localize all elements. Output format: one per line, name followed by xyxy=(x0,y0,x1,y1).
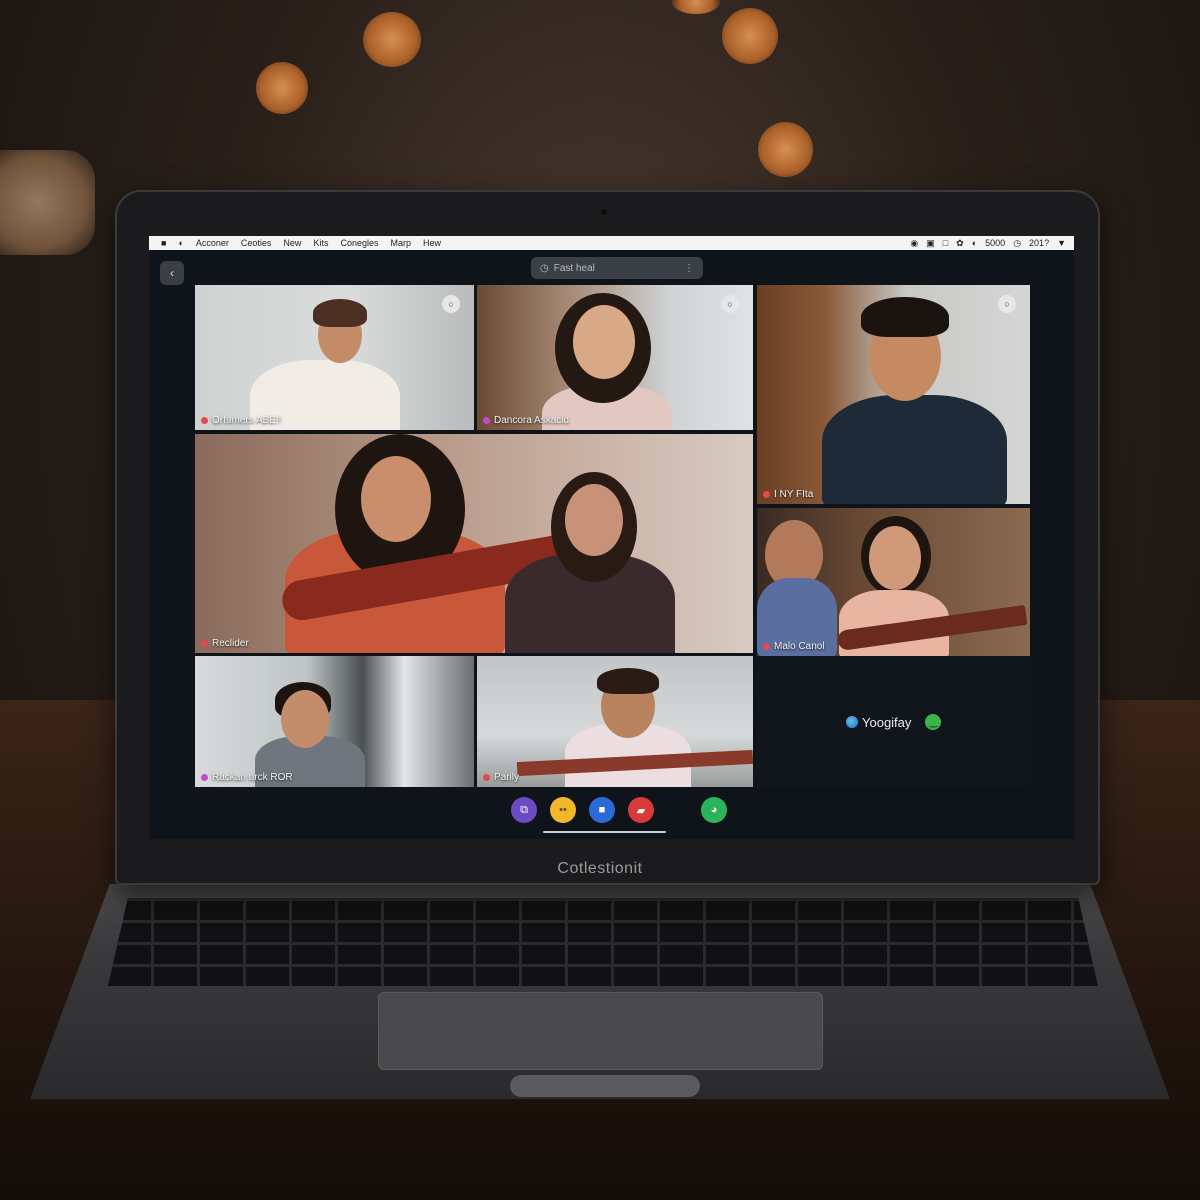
more-options-icon[interactable]: ⋮ xyxy=(684,263,694,274)
status-text: 5000 xyxy=(985,237,1006,248)
participant-body xyxy=(822,395,1007,504)
mic-indicator-icon xyxy=(201,640,208,647)
tile-settings-icon[interactable]: ○ xyxy=(721,295,739,313)
mic-indicator-icon xyxy=(483,417,490,424)
menu-item[interactable]: Conegles xyxy=(340,238,378,248)
emoji-icon: •• xyxy=(559,804,567,816)
status-icon[interactable]: □ xyxy=(943,238,948,249)
controls-underline xyxy=(543,831,666,833)
participants-button[interactable]: ◕ xyxy=(701,797,727,823)
waiting-label: Yoogifay ‿ xyxy=(846,714,942,730)
status-icon[interactable]: ◉ xyxy=(910,238,918,249)
back-button[interactable]: ‹ xyxy=(160,261,184,285)
mic-indicator-icon xyxy=(763,643,770,650)
video-tile[interactable]: ○ Dancora Askacld xyxy=(477,285,753,430)
apple-icon[interactable]: ■ xyxy=(161,238,166,248)
app-icon[interactable]: ◐ xyxy=(178,238,183,248)
participant-name: Orfumers ABE!! xyxy=(212,415,282,426)
mic-indicator-icon xyxy=(201,417,208,424)
clock: 201? xyxy=(1029,237,1050,248)
video-tile[interactable]: Malo Canol xyxy=(757,508,1030,656)
menu-item[interactable]: New xyxy=(283,238,301,248)
laptop-front-notch xyxy=(510,1075,700,1097)
chat-button[interactable]: ■ xyxy=(589,797,615,823)
participant-name-tag: Reclider xyxy=(201,638,249,649)
share-screen-icon: ⧉ xyxy=(520,803,528,816)
share-screen-button[interactable]: ⧉ xyxy=(511,797,537,823)
participant-name: Dancora Askacld xyxy=(494,415,570,426)
tile-settings-icon[interactable]: ○ xyxy=(442,295,460,313)
mic-indicator-icon xyxy=(763,491,770,498)
menu-item[interactable]: Kits xyxy=(313,238,328,248)
status-icon[interactable]: ◐ xyxy=(972,238,977,249)
participant-name: Reclider xyxy=(212,638,249,649)
video-tile[interactable]: Rackan urck ROR xyxy=(195,656,474,787)
participant-head xyxy=(869,526,921,590)
chat-icon: ■ xyxy=(598,804,606,816)
end-call-button[interactable]: ▰ xyxy=(628,797,654,823)
clock-icon[interactable]: ◷ xyxy=(1013,238,1021,249)
participants-icon: ◕ xyxy=(710,804,718,816)
video-tile[interactable]: ○ I NY FIta xyxy=(757,285,1030,504)
trackpad xyxy=(378,992,823,1070)
participant-name: Parily xyxy=(494,772,520,783)
bokeh-light xyxy=(758,122,813,177)
waiting-text: Yoogifay xyxy=(862,714,912,730)
search-bar[interactable]: ◷ Fast heal ⋮ xyxy=(531,257,703,279)
participant-name-tag: Dancora Askacld xyxy=(483,415,569,426)
status-area: ◉ ▣ □ ✿ ◐ 5000 ◷ 201? ▼ xyxy=(910,238,1066,249)
participant-name: Rackan urck ROR xyxy=(212,772,293,783)
participant-head xyxy=(573,305,635,379)
laptop-brand: Cotlestionit xyxy=(557,860,643,877)
bokeh-light xyxy=(256,62,308,114)
mic-indicator-icon xyxy=(483,774,490,781)
menu-item[interactable]: Marp xyxy=(390,238,411,248)
end-call-icon: ▰ xyxy=(636,804,646,817)
search-placeholder: Fast heal xyxy=(553,262,595,274)
wifi-icon[interactable]: ▼ xyxy=(1057,238,1066,249)
video-tile[interactable]: Reclider xyxy=(195,434,753,653)
bokeh-light xyxy=(722,8,778,64)
participant-name: I NY FIta xyxy=(774,489,814,500)
video-tile[interactable]: ○ Orfumers ABE!! xyxy=(195,285,474,430)
search-icon: ◷ xyxy=(540,262,549,274)
tile-settings-icon[interactable]: ○ xyxy=(998,295,1016,313)
participant-name-tag: Rackan urck ROR xyxy=(201,772,293,783)
waiting-slot: Yoogifay ‿ xyxy=(756,656,1030,787)
screen: ■ ◐ Acconer Ceoties New Kits Conegles Ma… xyxy=(149,236,1074,839)
background-lamp xyxy=(0,150,95,255)
participant-head xyxy=(281,690,329,748)
video-tile[interactable]: Parily xyxy=(477,656,753,787)
participant-name-tag: Parily xyxy=(483,772,519,783)
status-icon[interactable]: ▣ xyxy=(926,238,935,249)
call-controls: ⧉ •• ■ ▰ ◕ xyxy=(511,797,727,823)
participant-hair xyxy=(313,299,367,327)
menu-item[interactable]: Hew xyxy=(423,238,441,248)
smile-icon[interactable]: ‿ xyxy=(925,714,942,730)
participant-name-tag: Malo Canol xyxy=(763,641,825,652)
participant-hair xyxy=(597,668,659,694)
menu-item[interactable]: Acconer xyxy=(196,238,229,248)
menu-bar: ■ ◐ Acconer Ceoties New Kits Conegles Ma… xyxy=(149,236,1074,250)
participant-name: Malo Canol xyxy=(774,641,825,652)
participant-name-tag: I NY FIta xyxy=(763,489,813,500)
globe-icon xyxy=(846,716,858,728)
participant-name-tag: Orfumers ABE!! xyxy=(201,415,281,426)
webcam xyxy=(601,209,607,215)
status-icon[interactable]: ✿ xyxy=(956,238,964,249)
bokeh-light xyxy=(672,0,720,14)
participant-head xyxy=(565,484,623,556)
participant-hair xyxy=(861,297,949,337)
mic-indicator-icon xyxy=(201,774,208,781)
participant-head xyxy=(361,456,431,542)
laptop-keyboard xyxy=(108,898,1098,986)
bokeh-light xyxy=(363,12,421,67)
back-icon: ‹ xyxy=(170,266,174,280)
emoji-button[interactable]: •• xyxy=(550,797,576,823)
menu-item[interactable]: Ceoties xyxy=(241,238,272,248)
